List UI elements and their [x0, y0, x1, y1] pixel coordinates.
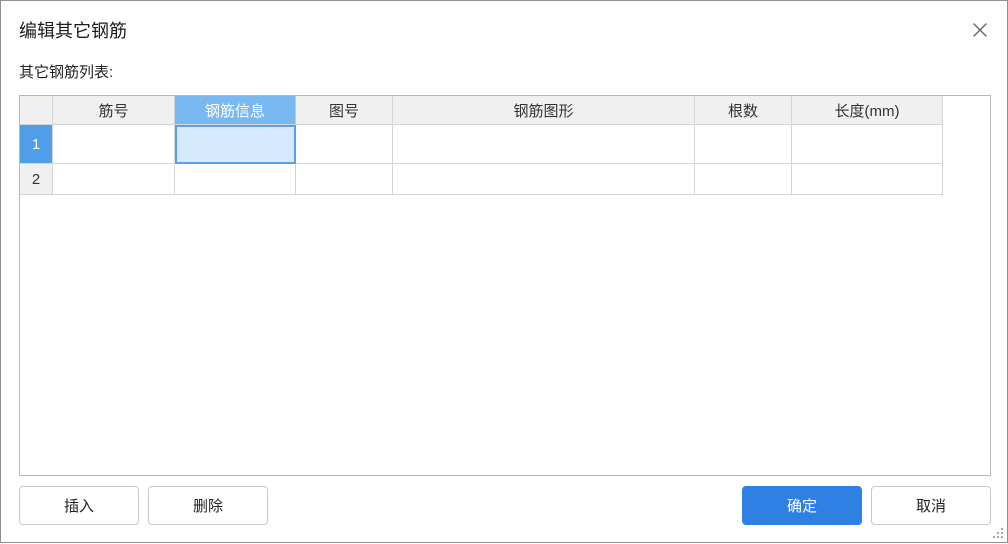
column-header-rebar-info[interactable]: 钢筋信息 — [175, 96, 296, 125]
rebar-list-table: 筋号 钢筋信息 图号 钢筋图形 根数 长度(mm) 1 2 — [19, 95, 991, 476]
cancel-button[interactable]: 取消 — [871, 486, 991, 525]
table-cell[interactable] — [296, 164, 393, 195]
ok-button[interactable]: 确定 — [742, 486, 862, 525]
column-header-bar-number[interactable]: 筋号 — [53, 96, 175, 125]
delete-button[interactable]: 删除 — [148, 486, 268, 525]
table-cell[interactable] — [792, 125, 943, 164]
close-icon[interactable] — [970, 20, 990, 40]
table-cell[interactable] — [53, 164, 175, 195]
row-header[interactable]: 1 — [20, 125, 53, 164]
insert-button[interactable]: 插入 — [19, 486, 139, 525]
column-header-drawing-number[interactable]: 图号 — [296, 96, 393, 125]
rebar-list-label: 其它钢筋列表: — [19, 64, 114, 81]
column-header-length[interactable]: 长度(mm) — [792, 96, 943, 125]
table-cell-selected[interactable] — [175, 125, 296, 164]
resize-grip-icon[interactable] — [992, 526, 1004, 538]
table-corner[interactable] — [20, 96, 53, 125]
table-cell[interactable] — [695, 164, 792, 195]
dialog-title: 编辑其它钢筋 — [19, 21, 127, 41]
table-cell[interactable] — [792, 164, 943, 195]
table-cell[interactable] — [695, 125, 792, 164]
table-grid: 筋号 钢筋信息 图号 钢筋图形 根数 长度(mm) 1 2 — [20, 96, 943, 195]
table-cell[interactable] — [53, 125, 175, 164]
table-cell[interactable] — [175, 164, 296, 195]
close-icon[interactable] — [972, 22, 988, 38]
row-header[interactable]: 2 — [20, 164, 53, 195]
column-header-rebar-shape[interactable]: 钢筋图形 — [393, 96, 695, 125]
column-header-count[interactable]: 根数 — [695, 96, 792, 125]
resize-grip-icon[interactable] — [992, 527, 1004, 539]
table-cell[interactable] — [393, 125, 695, 164]
table-cell[interactable] — [393, 164, 695, 195]
table-cell[interactable] — [296, 125, 393, 164]
edit-other-rebar-dialog: 编辑其它钢筋 其它钢筋列表: 筋号 钢筋信息 图号 钢筋图形 根数 长度(mm)… — [0, 0, 1008, 543]
